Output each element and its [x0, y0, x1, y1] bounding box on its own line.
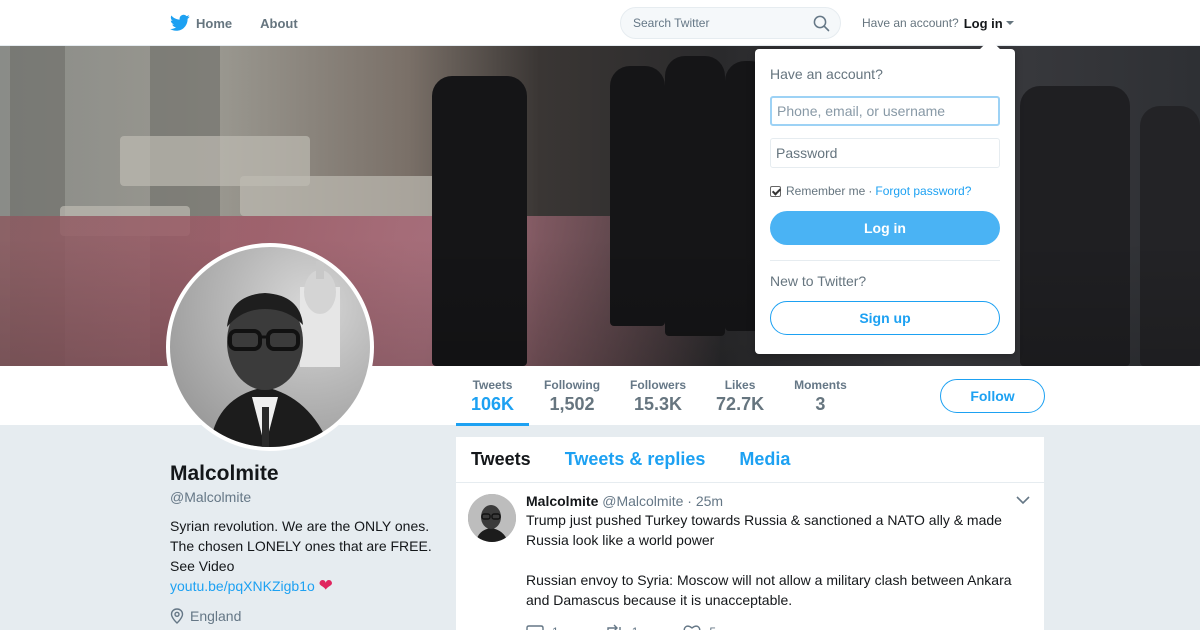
tab-tweets-replies[interactable]: Tweets & replies — [565, 449, 706, 470]
profile-stats: Tweets 106K Following 1,502 Followers 15… — [456, 366, 862, 426]
stat-likes[interactable]: Likes 72.7K — [701, 366, 779, 426]
search-icon[interactable] — [813, 15, 830, 32]
stat-label: Likes — [724, 378, 756, 392]
stat-label: Following — [544, 378, 601, 392]
search-input[interactable] — [633, 16, 803, 30]
nav-home-label: Home — [196, 15, 233, 31]
stat-label: Tweets — [472, 378, 513, 392]
like-count: 5 — [709, 625, 716, 630]
top-navigation-bar: Home About Have an account? Log in — [0, 0, 1200, 46]
tweet-author-handle[interactable]: @Malcolmite — [602, 493, 683, 509]
bio-text: Syrian revolution. We are the ONLY ones.… — [170, 518, 432, 574]
tweet-timestamp[interactable]: 25m — [696, 493, 723, 509]
login-button[interactable]: Log in — [770, 211, 1000, 245]
tweet-item[interactable]: Malcolmite @Malcolmite · 25m Trump just … — [456, 483, 1044, 630]
stat-value: 72.7K — [716, 394, 765, 414]
profile-location: England — [170, 608, 440, 624]
remember-me-label[interactable]: Remember me — [786, 184, 865, 198]
stat-label: Followers — [630, 378, 687, 392]
retweet-button[interactable]: 1 — [604, 624, 639, 630]
profile-bio: Syrian revolution. We are the ONLY ones.… — [170, 516, 440, 596]
login-heading: Have an account? — [770, 66, 883, 82]
remember-row: Remember me · Forgot password? — [770, 184, 1000, 198]
follow-button[interactable]: Follow — [940, 379, 1045, 413]
remember-separator: · — [868, 184, 873, 198]
tab-tweets[interactable]: Tweets — [471, 449, 531, 470]
timeline: Tweets Tweets & replies Media Malcolmite… — [456, 437, 1044, 630]
bio-link[interactable]: youtu.be/pqXNKZigb1o — [170, 578, 315, 594]
retweet-icon — [606, 624, 621, 630]
location-text: England — [190, 608, 242, 624]
nav-about-link[interactable]: About — [260, 16, 298, 31]
password-field[interactable] — [770, 138, 1000, 168]
nav-about-label: About — [260, 15, 298, 31]
reply-count: 1 — [552, 625, 559, 630]
tweet-header: Malcolmite @Malcolmite · 25m — [526, 493, 1029, 509]
heart-emoji-icon: ❤ — [318, 576, 333, 595]
profile-info: Malcolmite @Malcolmite Syrian revolution… — [170, 462, 440, 624]
stat-label: Moments — [794, 378, 847, 392]
tweet-author-name[interactable]: Malcolmite — [526, 493, 598, 509]
heart-icon — [683, 625, 701, 630]
tweet-separator: · — [687, 493, 692, 509]
profile-handle[interactable]: @Malcolmite — [170, 489, 440, 505]
tweet-avatar-portrait — [468, 494, 516, 542]
login-link-label: Log in — [963, 15, 1003, 31]
twitter-bird-icon — [170, 14, 190, 31]
tweet-actions: 1 1 5 — [526, 624, 1029, 630]
nav-left: Home About — [170, 0, 326, 46]
caret-down-icon — [1005, 21, 1014, 25]
tweet-text-paragraph: Trump just pushed Turkey towards Russia … — [526, 512, 1002, 548]
stat-value: 106K — [471, 394, 515, 414]
profile-avatar[interactable] — [166, 243, 374, 451]
forgot-password-link[interactable]: Forgot password? — [875, 184, 971, 198]
location-pin-icon — [170, 608, 184, 624]
stat-tweets[interactable]: Tweets 106K — [456, 366, 530, 426]
timeline-tabs: Tweets Tweets & replies Media — [456, 437, 1044, 483]
tab-media[interactable]: Media — [739, 449, 790, 470]
stat-value: 1,502 — [549, 394, 595, 414]
reply-icon — [526, 625, 544, 630]
stat-following[interactable]: Following 1,502 — [529, 366, 615, 426]
login-dropdown: Have an account? Remember me · Forgot pa… — [755, 39, 1015, 354]
stat-moments[interactable]: Moments 3 — [779, 366, 862, 426]
tweet-text: Trump just pushed Turkey towards Russia … — [526, 510, 1029, 610]
login-dropdown-toggle[interactable]: Log in — [964, 16, 1014, 31]
tweet-text-paragraph: Russian envoy to Syria: Moscow will not … — [526, 572, 1012, 608]
signup-button[interactable]: Sign up — [770, 301, 1000, 335]
nav-home-link[interactable]: Home — [170, 14, 232, 32]
username-field[interactable] — [770, 96, 1000, 126]
tweet-avatar[interactable] — [468, 494, 516, 542]
avatar-portrait — [210, 261, 340, 447]
like-button[interactable]: 5 — [683, 624, 716, 630]
account-prompt: Have an account? — [862, 16, 959, 30]
stat-value: 3 — [815, 394, 826, 414]
new-to-twitter-text: New to Twitter? — [770, 273, 867, 289]
avatar-image — [170, 247, 370, 447]
search-box[interactable] — [620, 7, 841, 39]
chevron-down-icon[interactable] — [1016, 495, 1030, 505]
remember-me-checkbox[interactable] — [770, 185, 781, 197]
retweet-count: 1 — [632, 625, 639, 630]
dropdown-divider — [770, 260, 1000, 261]
stat-followers[interactable]: Followers 15.3K — [615, 366, 701, 426]
reply-button[interactable]: 1 — [526, 624, 559, 630]
profile-name[interactable]: Malcolmite — [170, 462, 440, 486]
stat-value: 15.3K — [634, 394, 683, 414]
